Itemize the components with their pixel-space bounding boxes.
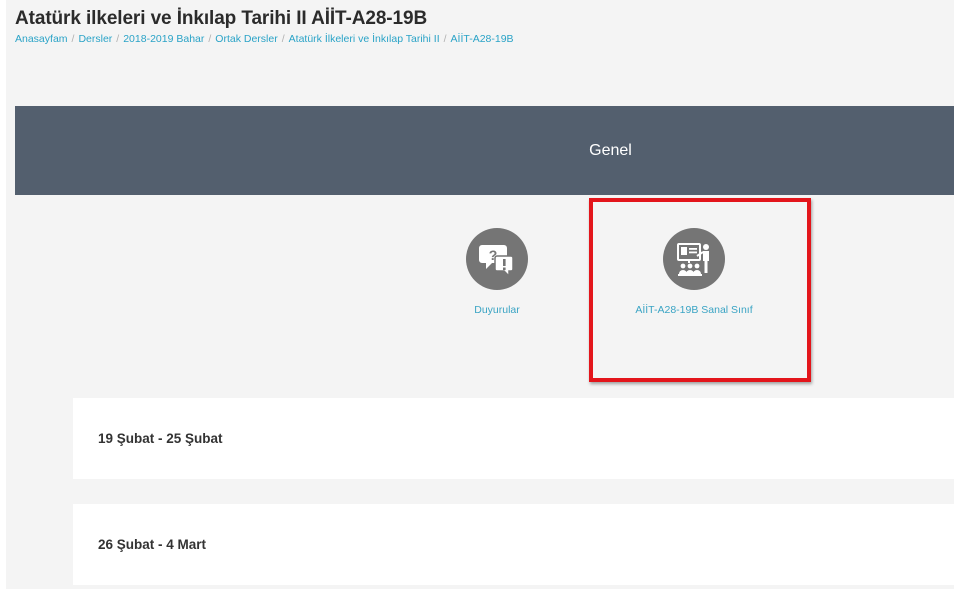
breadcrumb-separator: / bbox=[71, 33, 75, 45]
week-title[interactable]: 26 Şubat - 4 Mart bbox=[98, 537, 206, 552]
virtual-classroom-icon bbox=[663, 228, 725, 290]
week-section: 19 Şubat - 25 Şubat bbox=[73, 398, 954, 479]
activity-virtual-classroom[interactable]: AİİT-A28-19B Sanal Sınıf bbox=[614, 228, 774, 316]
activity-announcements[interactable]: ? Duyurular bbox=[417, 228, 577, 316]
week-title[interactable]: 19 Şubat - 25 Şubat bbox=[98, 431, 223, 446]
page-title: Atatürk ilkeleri ve İnkılap Tarihi II Aİ… bbox=[15, 8, 428, 29]
breadcrumb-separator: / bbox=[116, 33, 120, 45]
breadcrumb-separator: / bbox=[443, 33, 447, 45]
week-section: 26 Şubat - 4 Mart bbox=[73, 504, 954, 585]
breadcrumb-item-category[interactable]: Ortak Dersler bbox=[215, 33, 277, 45]
left-edge bbox=[0, 0, 6, 589]
breadcrumb-item-term[interactable]: 2018-2019 Bahar bbox=[123, 33, 204, 45]
breadcrumb-separator: / bbox=[208, 33, 212, 45]
activity-label[interactable]: AİİT-A28-19B Sanal Sınıf bbox=[635, 304, 752, 316]
breadcrumb-item-group[interactable]: AİİT-A28-19B bbox=[451, 33, 514, 45]
activity-label[interactable]: Duyurular bbox=[474, 304, 520, 316]
forum-question-icon: ? bbox=[466, 228, 528, 290]
breadcrumb-item-courses[interactable]: Dersler bbox=[78, 33, 112, 45]
breadcrumb-item-home[interactable]: Anasayfam bbox=[15, 33, 68, 45]
page-header: Atatürk ilkeleri ve İnkılap Tarihi II Aİ… bbox=[15, 8, 945, 46]
breadcrumb: Anasayfam / Dersler/2018-2019 Bahar / Ortak … bbox=[15, 32, 945, 46]
section-title: Genel bbox=[589, 141, 632, 159]
breadcrumb-separator: / bbox=[281, 33, 285, 45]
section-header-general: Genel bbox=[15, 106, 954, 195]
breadcrumb-item-course[interactable]: Atatürk İlkeleri ve İnkılap Tarihi II bbox=[289, 33, 440, 45]
